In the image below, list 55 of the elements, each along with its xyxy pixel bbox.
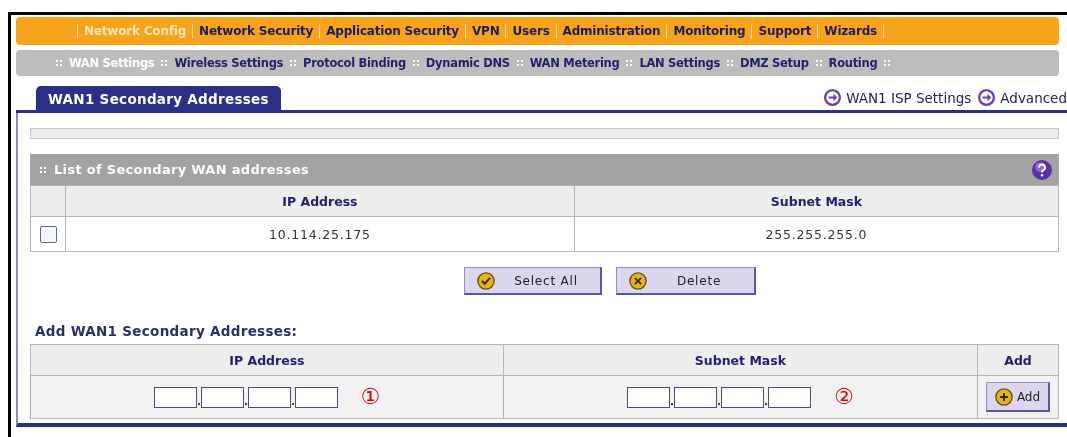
nav-link[interactable]: Advanced [977, 88, 1067, 107]
sub-nav-tab[interactable]: WAN Metering [529, 56, 620, 70]
nav-tab[interactable]: Administration [562, 24, 661, 38]
table-cell: 255.255.255.0 [574, 216, 1059, 252]
sub-nav-tab[interactable]: Wireless Settings [174, 56, 284, 70]
octet-field[interactable] [721, 386, 765, 408]
octet-field[interactable] [200, 386, 244, 408]
column-header: Subnet Mask [574, 185, 1059, 217]
nav-tab[interactable]: Network Security [199, 24, 314, 38]
grip-icon [516, 59, 523, 67]
nav-link[interactable]: WAN1 ISP Settings [823, 88, 972, 107]
nav-tab[interactable]: Application Security [326, 24, 459, 38]
octet-field[interactable] [627, 386, 671, 408]
grip-icon [815, 59, 822, 67]
column-header: IP Address [65, 185, 575, 217]
row-checkbox[interactable] [39, 225, 57, 243]
grip-icon [161, 59, 168, 67]
sub-nav-tab[interactable]: Routing [828, 56, 878, 70]
section-title: List of Secondary WAN addresses [54, 162, 311, 177]
action-button[interactable]: Select All [463, 267, 602, 295]
add-button[interactable]: Add [985, 382, 1051, 412]
octet-field[interactable] [294, 386, 338, 408]
callout-number: ① [360, 386, 381, 408]
octet-field[interactable] [674, 386, 718, 408]
callout-number: ② [834, 386, 854, 408]
octet-field[interactable] [153, 386, 197, 408]
help-icon[interactable] [1031, 158, 1053, 181]
grip-icon [290, 59, 297, 67]
nav-tab[interactable]: VPN [471, 24, 500, 38]
octet-field[interactable] [768, 386, 812, 408]
section-title: Add WAN1 Secondary Addresses: [35, 323, 299, 339]
sub-nav-tab[interactable]: Protocol Binding [303, 56, 406, 70]
cross-icon [628, 271, 647, 290]
grip-icon [884, 59, 891, 67]
column-header: IP Address [30, 344, 504, 376]
sub-nav-tab[interactable]: DMZ Setup [739, 56, 809, 70]
nav-tab[interactable]: Users [512, 24, 550, 38]
check-icon [476, 271, 495, 290]
page-tab[interactable]: WAN1 Secondary Addresses [36, 86, 281, 110]
column-header: Add [977, 344, 1059, 376]
action-button[interactable]: Delete [615, 267, 756, 295]
grip-icon [726, 59, 733, 67]
grip-icon [40, 165, 46, 174]
nav-tab[interactable]: Support [758, 24, 812, 38]
sub-nav-tab[interactable]: Dynamic DNS [425, 56, 510, 70]
grip-icon [412, 59, 419, 67]
sub-nav-tab[interactable]: LAN Settings [639, 56, 720, 70]
table-cell: 10.114.25.175 [65, 216, 575, 252]
column-header: Subnet Mask [503, 344, 978, 376]
nav-tab[interactable]: Wizards [824, 24, 878, 38]
octet-field[interactable] [247, 386, 291, 408]
grip-icon [626, 59, 633, 67]
nav-tab[interactable]: Monitoring [673, 24, 746, 38]
plus-icon [994, 387, 1013, 406]
grip-icon [56, 59, 62, 67]
